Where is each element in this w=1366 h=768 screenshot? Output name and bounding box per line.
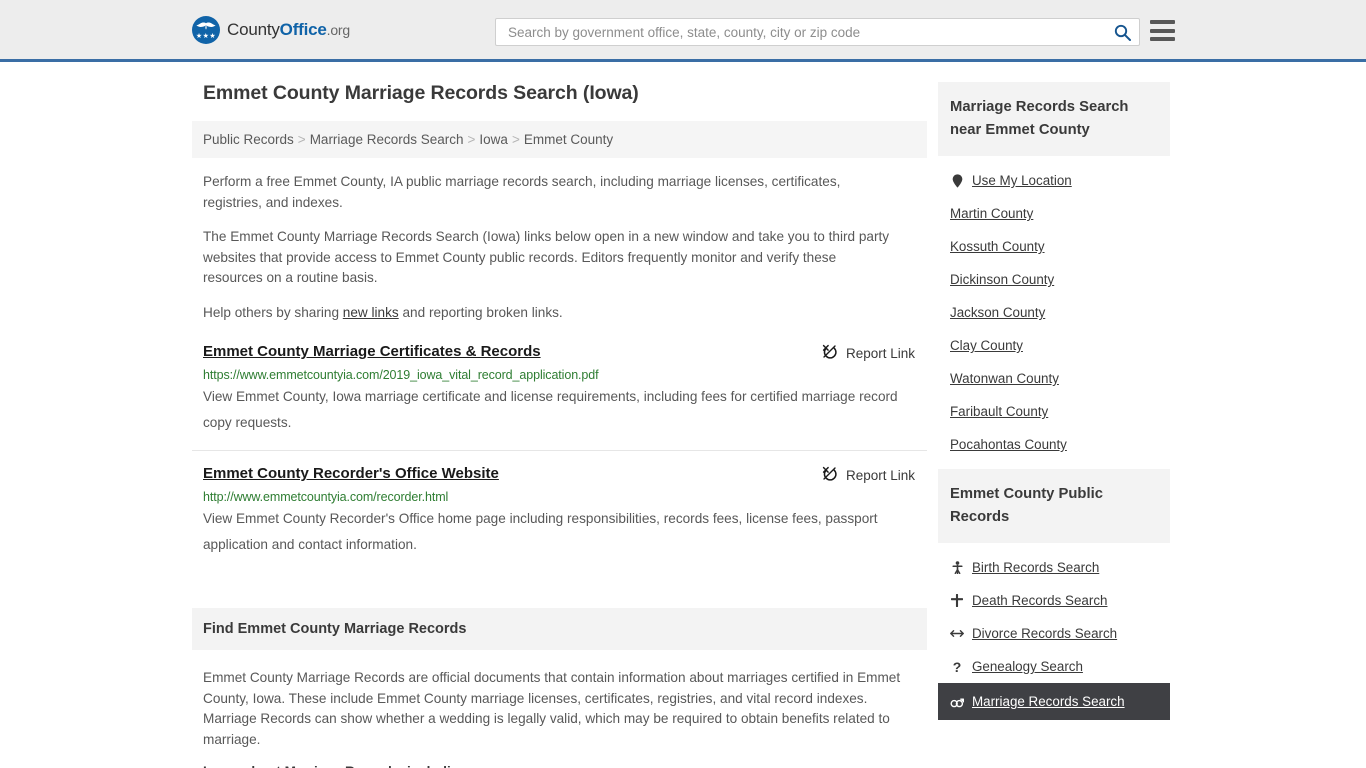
breadcrumb-item-iowa[interactable]: Iowa	[479, 132, 508, 147]
site-logo[interactable]: ★★★ CountyOffice.org	[192, 15, 350, 44]
hamburger-bar-2	[1150, 28, 1175, 33]
result-header: Emmet County Marriage Certificates & Rec…	[203, 343, 916, 362]
sidebar-item-watonwan-county[interactable]: Watonwan County	[938, 362, 1170, 395]
report-link-button[interactable]: Report Link	[822, 343, 915, 362]
sidebar: Marriage Records Search near Emmet Count…	[938, 82, 1170, 768]
sidebar-item-label[interactable]: Divorce Records Search	[972, 626, 1117, 641]
sidebar-item-label[interactable]: Jackson County	[950, 305, 1045, 320]
result-description: View Emmet County Recorder's Office home…	[203, 511, 878, 552]
result-item: Emmet County Recorder's Office Website R…	[192, 465, 927, 572]
hamburger-menu-icon[interactable]	[1150, 20, 1175, 41]
page-title: Emmet County Marriage Records Search (Io…	[203, 82, 639, 104]
logo-stars: ★★★	[195, 32, 217, 40]
breadcrumb-separator: >	[297, 132, 306, 147]
intro-paragraph-2: The Emmet County Marriage Records Search…	[203, 229, 890, 285]
sidebar-item-label[interactable]: Clay County	[950, 338, 1023, 353]
result-header: Emmet County Recorder's Office Website R…	[203, 465, 916, 484]
find-records-subheading: Learn about Marriage Records, including:	[203, 764, 916, 768]
result-title-link[interactable]: Emmet County Recorder's Office Website	[203, 465, 499, 482]
nearby-searches-panel: Marriage Records Search near Emmet Count…	[938, 82, 1170, 461]
report-link-label: Report Link	[845, 467, 915, 483]
sidebar-item-pocahontas-county[interactable]: Pocahontas County	[938, 428, 1170, 461]
sidebar-item-label[interactable]: Birth Records Search	[972, 560, 1099, 575]
share-paragraph: Help others by sharing new links and rep…	[203, 303, 893, 324]
sidebar-item-label[interactable]: Martin County	[950, 206, 1033, 221]
sidebar-item-genealogy-search[interactable]: ? Genealogy Search	[938, 650, 1170, 683]
brand-suffix: .org	[326, 21, 351, 38]
sidebar-item-label[interactable]: Dickinson County	[950, 272, 1054, 287]
results-list: Emmet County Marriage Certificates & Rec…	[192, 343, 927, 572]
brand-highlight: Office	[279, 19, 327, 39]
sidebar-item-label[interactable]: Marriage Records Search	[972, 694, 1125, 709]
nearby-searches-list: Use My Location Martin County Kossuth Co…	[938, 156, 1170, 461]
new-links-link[interactable]: new links	[343, 305, 399, 320]
sidebar-item-marriage-records-search[interactable]: Marriage Records Search	[938, 683, 1170, 720]
brand-prefix: County	[227, 19, 280, 39]
main-content: Emmet County Marriage Records Search (Io…	[192, 82, 927, 768]
sidebar-item-label[interactable]: Faribault County	[950, 404, 1048, 419]
breadcrumb-separator: >	[467, 132, 476, 147]
result-description: View Emmet County, Iowa marriage certifi…	[203, 389, 898, 430]
public-records-panel: Emmet County Public Records Birth Record…	[938, 469, 1170, 720]
sidebar-item-label[interactable]: Watonwan County	[950, 371, 1059, 386]
public-records-list: Birth Records Search Death Records Searc…	[938, 543, 1170, 720]
sidebar-item-birth-records-search[interactable]: Birth Records Search	[938, 551, 1170, 584]
report-link-label: Report Link	[845, 345, 915, 361]
hamburger-bar-3	[1150, 37, 1175, 41]
share-suffix: and reporting broken links.	[398, 304, 563, 320]
search-bar[interactable]	[495, 18, 1140, 46]
gender-symbols-icon	[950, 696, 964, 708]
result-url[interactable]: http://www.emmetcountyia.com/recorder.ht…	[203, 490, 916, 504]
map-pin-icon	[950, 173, 964, 188]
site-header: ★★★ CountyOffice.org	[0, 0, 1366, 62]
result-item: Emmet County Marriage Certificates & Rec…	[192, 343, 927, 451]
cross-icon	[950, 594, 964, 607]
eagle-icon	[196, 22, 216, 30]
result-url[interactable]: https://www.emmetcountyia.com/2019_iowa_…	[203, 368, 916, 382]
breadcrumb-item-marriage-records-search[interactable]: Marriage Records Search	[310, 132, 464, 147]
sidebar-item-label[interactable]: Kossuth County	[950, 239, 1045, 254]
breadcrumb-separator: >	[511, 132, 520, 147]
sidebar-item-use-my-location[interactable]: Use My Location	[938, 164, 1170, 197]
sidebar-item-faribault-county[interactable]: Faribault County	[938, 395, 1170, 428]
sidebar-item-jackson-county[interactable]: Jackson County	[938, 296, 1170, 329]
breadcrumb-item-emmet-county[interactable]: Emmet County	[524, 132, 613, 147]
eagle-seal-logo: ★★★	[192, 15, 220, 44]
search-input[interactable]	[506, 19, 1113, 45]
breadcrumb: Public Records > Marriage Records Search > I…	[192, 121, 927, 158]
sidebar-item-label[interactable]: Pocahontas County	[950, 437, 1067, 452]
hamburger-bar-1	[1150, 20, 1175, 24]
sidebar-item-dickinson-county[interactable]: Dickinson County	[938, 263, 1170, 296]
sidebar-item-kossuth-county[interactable]: Kossuth County	[938, 230, 1170, 263]
sidebar-item-divorce-records-search[interactable]: Divorce Records Search	[938, 617, 1170, 650]
find-records-paragraph: Emmet County Marriage Records are offici…	[203, 670, 901, 747]
broken-link-icon	[822, 466, 837, 484]
page-body: Emmet County Marriage Records Search (Io…	[0, 62, 1366, 768]
intro-paragraph-1: Perform a free Emmet County, IA public m…	[203, 174, 841, 210]
result-title-link[interactable]: Emmet County Marriage Certificates & Rec…	[203, 343, 541, 360]
breadcrumb-item-public-records[interactable]: Public Records	[203, 132, 294, 147]
find-records-heading: Find Emmet County Marriage Records	[192, 608, 927, 650]
report-link-button[interactable]: Report Link	[822, 465, 915, 484]
find-records-body: Emmet County Marriage Records are offici…	[192, 668, 927, 768]
sidebar-item-label[interactable]: Death Records Search	[972, 593, 1107, 608]
left-right-arrow-icon	[950, 628, 964, 639]
sidebar-item-clay-county[interactable]: Clay County	[938, 329, 1170, 362]
share-prefix: Help others by sharing	[203, 304, 343, 320]
public-records-heading: Emmet County Public Records	[938, 469, 1170, 543]
baby-icon	[950, 561, 964, 574]
sidebar-item-death-records-search[interactable]: Death Records Search	[938, 584, 1170, 617]
question-mark-icon: ?	[952, 658, 962, 675]
brand-wordmark: CountyOffice.org	[227, 20, 350, 40]
broken-link-icon	[822, 344, 837, 362]
nearby-searches-heading: Marriage Records Search near Emmet Count…	[938, 82, 1170, 156]
sidebar-item-label[interactable]: Genealogy Search	[972, 659, 1083, 674]
sidebar-item-label[interactable]: Use My Location	[972, 173, 1072, 188]
search-icon[interactable]	[1113, 23, 1131, 41]
sidebar-item-martin-county[interactable]: Martin County	[938, 197, 1170, 230]
